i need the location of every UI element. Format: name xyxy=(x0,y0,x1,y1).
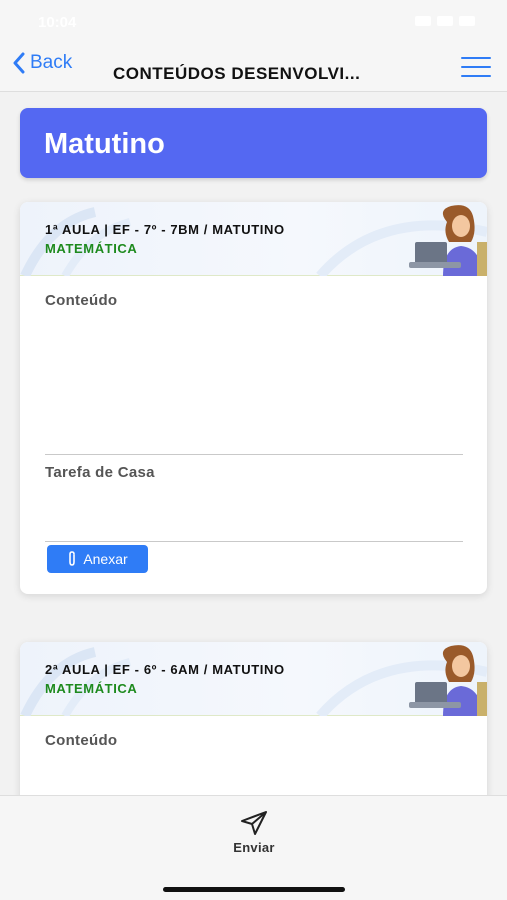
homework-field[interactable] xyxy=(45,541,463,542)
content-label: Conteúdo xyxy=(45,732,118,749)
status-time: 10:04 xyxy=(38,14,77,31)
lesson-title: 1ª AULA | EF - 7º - 7BM / MATUTINO xyxy=(45,222,285,237)
homework-label: Tarefa de Casa xyxy=(45,464,155,481)
lesson-subject: MATEMÁTICA xyxy=(45,241,138,256)
lesson-card: 2ª AULA | EF - 6º - 6AM / MATUTINO MATEM… xyxy=(20,642,487,795)
send-label: Enviar xyxy=(233,840,275,855)
status-indicators xyxy=(415,16,475,26)
home-indicator[interactable] xyxy=(163,887,345,892)
teacher-laptop-illustration xyxy=(409,645,487,716)
lesson-card-header: 2ª AULA | EF - 6º - 6AM / MATUTINO MATEM… xyxy=(20,642,487,716)
attach-label: Anexar xyxy=(83,551,128,567)
attach-button[interactable]: Anexar xyxy=(47,545,148,573)
chevron-left-icon xyxy=(13,52,25,74)
content-field[interactable] xyxy=(45,454,463,455)
content-label: Conteúdo xyxy=(45,292,118,309)
back-button[interactable]: Back xyxy=(12,52,72,74)
battery-icon xyxy=(459,16,475,26)
back-label: Back xyxy=(30,52,73,73)
teacher-laptop-illustration xyxy=(409,205,487,276)
send-button[interactable]: Enviar xyxy=(224,810,284,855)
lesson-subject: MATEMÁTICA xyxy=(45,681,138,696)
lesson-card-header: 1ª AULA | EF - 7º - 7BM / MATUTINO MATEM… xyxy=(20,202,487,276)
send-icon xyxy=(241,811,267,835)
status-bar: 10:04 xyxy=(0,0,507,44)
hamburger-menu-icon[interactable] xyxy=(461,57,491,77)
lesson-title: 2ª AULA | EF - 6º - 6AM / MATUTINO xyxy=(45,662,285,677)
shift-banner: Matutino xyxy=(20,108,487,178)
content-scroll[interactable]: Matutino 1ª AULA | EF - 7º - 7BM / MATUT… xyxy=(0,92,507,795)
bottom-bar: Enviar xyxy=(0,795,507,900)
shift-title: Matutino xyxy=(44,128,165,160)
lesson-card: 1ª AULA | EF - 7º - 7BM / MATUTINO MATEM… xyxy=(20,202,487,594)
signal-icon xyxy=(415,16,431,26)
wifi-icon xyxy=(437,16,453,26)
page-title: CONTEÚDOS DESENVOLVI... xyxy=(113,64,361,83)
nav-bar: Back CONTEÚDOS DESENVOLVI... xyxy=(0,44,507,92)
paperclip-icon xyxy=(69,551,76,566)
